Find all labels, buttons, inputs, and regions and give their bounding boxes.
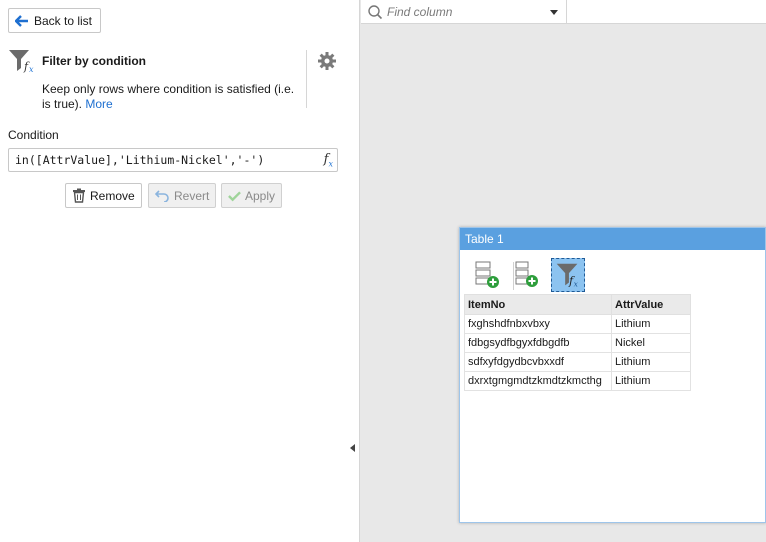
add-step-icon[interactable] xyxy=(472,258,506,292)
cell-itemno[interactable]: dxrxtgmgmdtzkmdtzkmcthg xyxy=(464,371,612,391)
filter-title: Filter by condition xyxy=(42,54,146,68)
svg-text:x: x xyxy=(574,279,579,288)
table-window[interactable]: Table 1 f x ItemNo AttrValue fxghshdfnbx… xyxy=(459,227,766,523)
step-settings-panel: Back to list f x Filter by condition Kee… xyxy=(0,0,360,542)
trash-icon xyxy=(73,188,85,203)
table-header-row: ItemNo AttrValue xyxy=(464,294,691,315)
collapse-panel-arrow-icon[interactable] xyxy=(350,444,355,452)
back-to-list-label: Back to list xyxy=(34,13,93,28)
find-column-box[interactable]: Find column xyxy=(361,0,567,24)
dropdown-caret-icon[interactable] xyxy=(550,10,558,15)
apply-label: Apply xyxy=(244,188,275,203)
add-step-alt-icon[interactable] xyxy=(510,258,544,292)
column-header-itemno[interactable]: ItemNo xyxy=(464,294,612,315)
header-divider xyxy=(306,50,307,108)
table-row: dxrxtgmgmdtzkmdtzkmcthg Lithium xyxy=(464,371,691,391)
table-row: fxghshdfnbxvbxy Lithium xyxy=(464,314,691,334)
condition-label: Condition xyxy=(8,128,59,142)
table-row: fdbgsydfbgyxfdbgdfb Nickel xyxy=(464,333,691,353)
revert-button[interactable]: Revert xyxy=(148,183,217,208)
back-to-list-button[interactable]: Back to list xyxy=(8,8,102,33)
column-header-attrvalue[interactable]: AttrValue xyxy=(611,294,691,315)
remove-label: Remove xyxy=(90,188,135,203)
table-row: sdfxyfdgydbcvbxxdf Lithium xyxy=(464,352,691,372)
cell-itemno[interactable]: fdbgsydfbgyxfdbgdfb xyxy=(464,333,612,353)
svg-text:x: x xyxy=(29,65,34,74)
revert-label: Revert xyxy=(174,188,210,203)
cell-itemno[interactable]: sdfxyfdgydbcvbxxdf xyxy=(464,352,612,372)
condition-value: in([AttrValue],'Lithium-Nickel','-') xyxy=(15,153,265,167)
cell-attrvalue[interactable]: Nickel xyxy=(611,333,691,353)
filter-condition-icon[interactable]: f x xyxy=(551,258,585,292)
undo-icon xyxy=(155,190,169,202)
table-title: Table 1 xyxy=(460,228,765,250)
cell-attrvalue[interactable]: Lithium xyxy=(611,352,691,372)
find-column-placeholder: Find column xyxy=(387,5,453,19)
filter-description: Keep only rows where condition is satisf… xyxy=(42,82,304,112)
cell-attrvalue[interactable]: Lithium xyxy=(611,314,691,334)
fx-icon[interactable]: fx xyxy=(324,152,333,169)
more-link[interactable]: More xyxy=(85,97,112,111)
cell-attrvalue[interactable]: Lithium xyxy=(611,371,691,391)
top-toolbar-strip xyxy=(567,0,766,24)
remove-button[interactable]: Remove xyxy=(65,183,142,208)
filter-fx-icon: f x xyxy=(9,50,34,74)
search-icon xyxy=(368,5,383,20)
gear-icon[interactable] xyxy=(317,51,337,71)
data-table: ItemNo AttrValue fxghshdfnbxvbxy Lithium… xyxy=(464,294,691,391)
table-toolbar: f x xyxy=(472,258,592,292)
check-icon xyxy=(228,190,241,201)
filter-step-header: f x Filter by condition Keep only rows w… xyxy=(8,48,308,112)
condition-input[interactable]: in([AttrValue],'Lithium-Nickel','-') fx xyxy=(8,148,338,172)
apply-button[interactable]: Apply xyxy=(221,183,282,208)
cell-itemno[interactable]: fxghshdfnbxvbxy xyxy=(464,314,612,334)
back-arrow-icon xyxy=(15,14,28,27)
filter-description-text: Keep only rows where condition is satisf… xyxy=(42,82,295,111)
